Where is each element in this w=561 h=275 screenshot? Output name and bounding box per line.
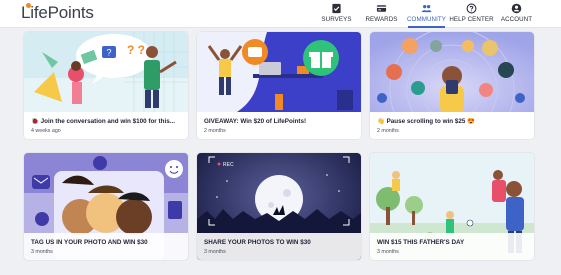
post-title: 👋 Pause scrolling to win $25 😍 xyxy=(377,118,475,125)
nav-rewards-label: REWARDS xyxy=(365,16,398,23)
post-card-pause-scrolling[interactable]: 👋 Pause scrolling to win $25 😍 2 months xyxy=(370,32,534,139)
post-card-share-photos[interactable]: REC SHARE YOUR PHOTOS TO WIN $30 3 month… xyxy=(197,153,361,260)
post-title: WIN $15 THIS FATHER'S DAY xyxy=(377,239,465,246)
post-date: 2 months xyxy=(204,128,226,134)
post-date: 4 weeks ago xyxy=(31,128,61,134)
post-image-giveaway xyxy=(197,32,361,112)
post-image-conversation: ? ? ? xyxy=(24,32,188,112)
nav-rewards[interactable]: REWARDS xyxy=(359,0,404,28)
help-question-icon xyxy=(466,3,477,14)
question-sticker-text: ? xyxy=(106,48,111,58)
nav-community[interactable]: COMMUNITY xyxy=(404,0,449,28)
community-post-grid: ? ? ? 🐞 Join the conversation and win $1… xyxy=(24,32,534,275)
post-title: GIVEAWAY: Win $20 of LifePoints! xyxy=(204,118,307,125)
nav-surveys[interactable]: SURVEYS xyxy=(314,0,359,28)
post-date: 3 months xyxy=(31,249,53,255)
rewards-card-icon xyxy=(376,5,387,12)
nav-help-center[interactable]: HELP CENTER xyxy=(449,0,494,28)
rec-label: REC xyxy=(223,162,234,168)
nav-surveys-label: SURVEYS xyxy=(321,16,352,23)
nav-account[interactable]: ACCOUNT xyxy=(494,0,539,28)
logo-text: LifePoints xyxy=(21,3,94,22)
lifepoints-logo[interactable]: LifePoints xyxy=(21,3,94,23)
question-marks-text: ? ? xyxy=(127,43,145,57)
community-people-icon xyxy=(421,5,432,13)
nav-help-center-label: HELP CENTER xyxy=(449,16,494,23)
post-date: 3 months xyxy=(204,249,226,255)
post-card-tag-photo[interactable]: TAG US IN YOUR PHOTO AND WIN $30 3 month… xyxy=(24,153,188,260)
post-title: TAG US IN YOUR PHOTO AND WIN $30 xyxy=(31,239,148,246)
post-date: 3 months xyxy=(377,249,399,255)
post-date: 2 months xyxy=(377,128,399,134)
post-title: SHARE YOUR PHOTOS TO WIN $30 xyxy=(204,239,311,246)
account-user-icon xyxy=(511,3,522,14)
main-nav: SURVEYS REWARDS COMMUNITY HELP CENTER AC… xyxy=(314,0,539,28)
top-navigation-bar: LifePoints SURVEYS REWARDS COMMUNITY HEL… xyxy=(0,0,561,28)
nav-account-label: ACCOUNT xyxy=(500,16,533,23)
logo-dot-icon xyxy=(26,3,31,8)
post-card-giveaway[interactable]: GIVEAWAY: Win $20 of LifePoints! 2 month… xyxy=(197,32,361,139)
post-card-conversation[interactable]: ? ? ? 🐞 Join the conversation and win $1… xyxy=(24,32,188,139)
nav-community-label: COMMUNITY xyxy=(406,16,447,23)
post-image-pause-scrolling xyxy=(370,32,534,112)
post-title: 🐞 Join the conversation and win $100 for… xyxy=(31,118,175,125)
survey-check-icon xyxy=(332,3,341,14)
post-card-fathers-day[interactable]: WIN $15 THIS FATHER'S DAY 3 months xyxy=(370,153,534,260)
